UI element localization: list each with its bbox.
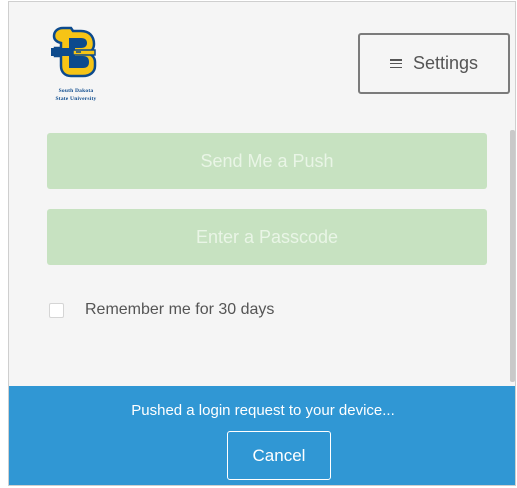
enter-passcode-button[interactable]: Enter a Passcode xyxy=(47,209,487,265)
settings-button-label: Settings xyxy=(412,53,479,73)
status-bar: Pushed a login request to your device...… xyxy=(9,386,515,485)
logo-line-2: State University xyxy=(55,96,97,102)
remember-me-label: Remember me for 30 days xyxy=(85,301,275,318)
settings-button[interactable]: Settings xyxy=(358,33,510,94)
sdsu-logo: South Dakota State University xyxy=(43,26,109,108)
enter-passcode-label: Enter a Passcode xyxy=(195,226,339,247)
send-push-button[interactable]: Send Me a Push xyxy=(47,133,487,189)
cancel-button[interactable]: Cancel xyxy=(227,431,331,480)
hamburger-menu-icon xyxy=(389,59,402,68)
status-message: Pushed a login request to your device... xyxy=(131,402,395,419)
sdsu-emblem-icon xyxy=(51,26,97,78)
scrollbar[interactable] xyxy=(510,130,515,382)
remember-me-row[interactable]: Remember me for 30 days xyxy=(49,301,274,319)
remember-me-checkbox[interactable] xyxy=(49,302,64,318)
duo-auth-frame: South Dakota State University Settings S… xyxy=(8,1,516,486)
cancel-button-label: Cancel xyxy=(252,445,306,465)
send-push-label: Send Me a Push xyxy=(200,150,334,171)
logo-line-1: South Dakota xyxy=(58,88,94,94)
